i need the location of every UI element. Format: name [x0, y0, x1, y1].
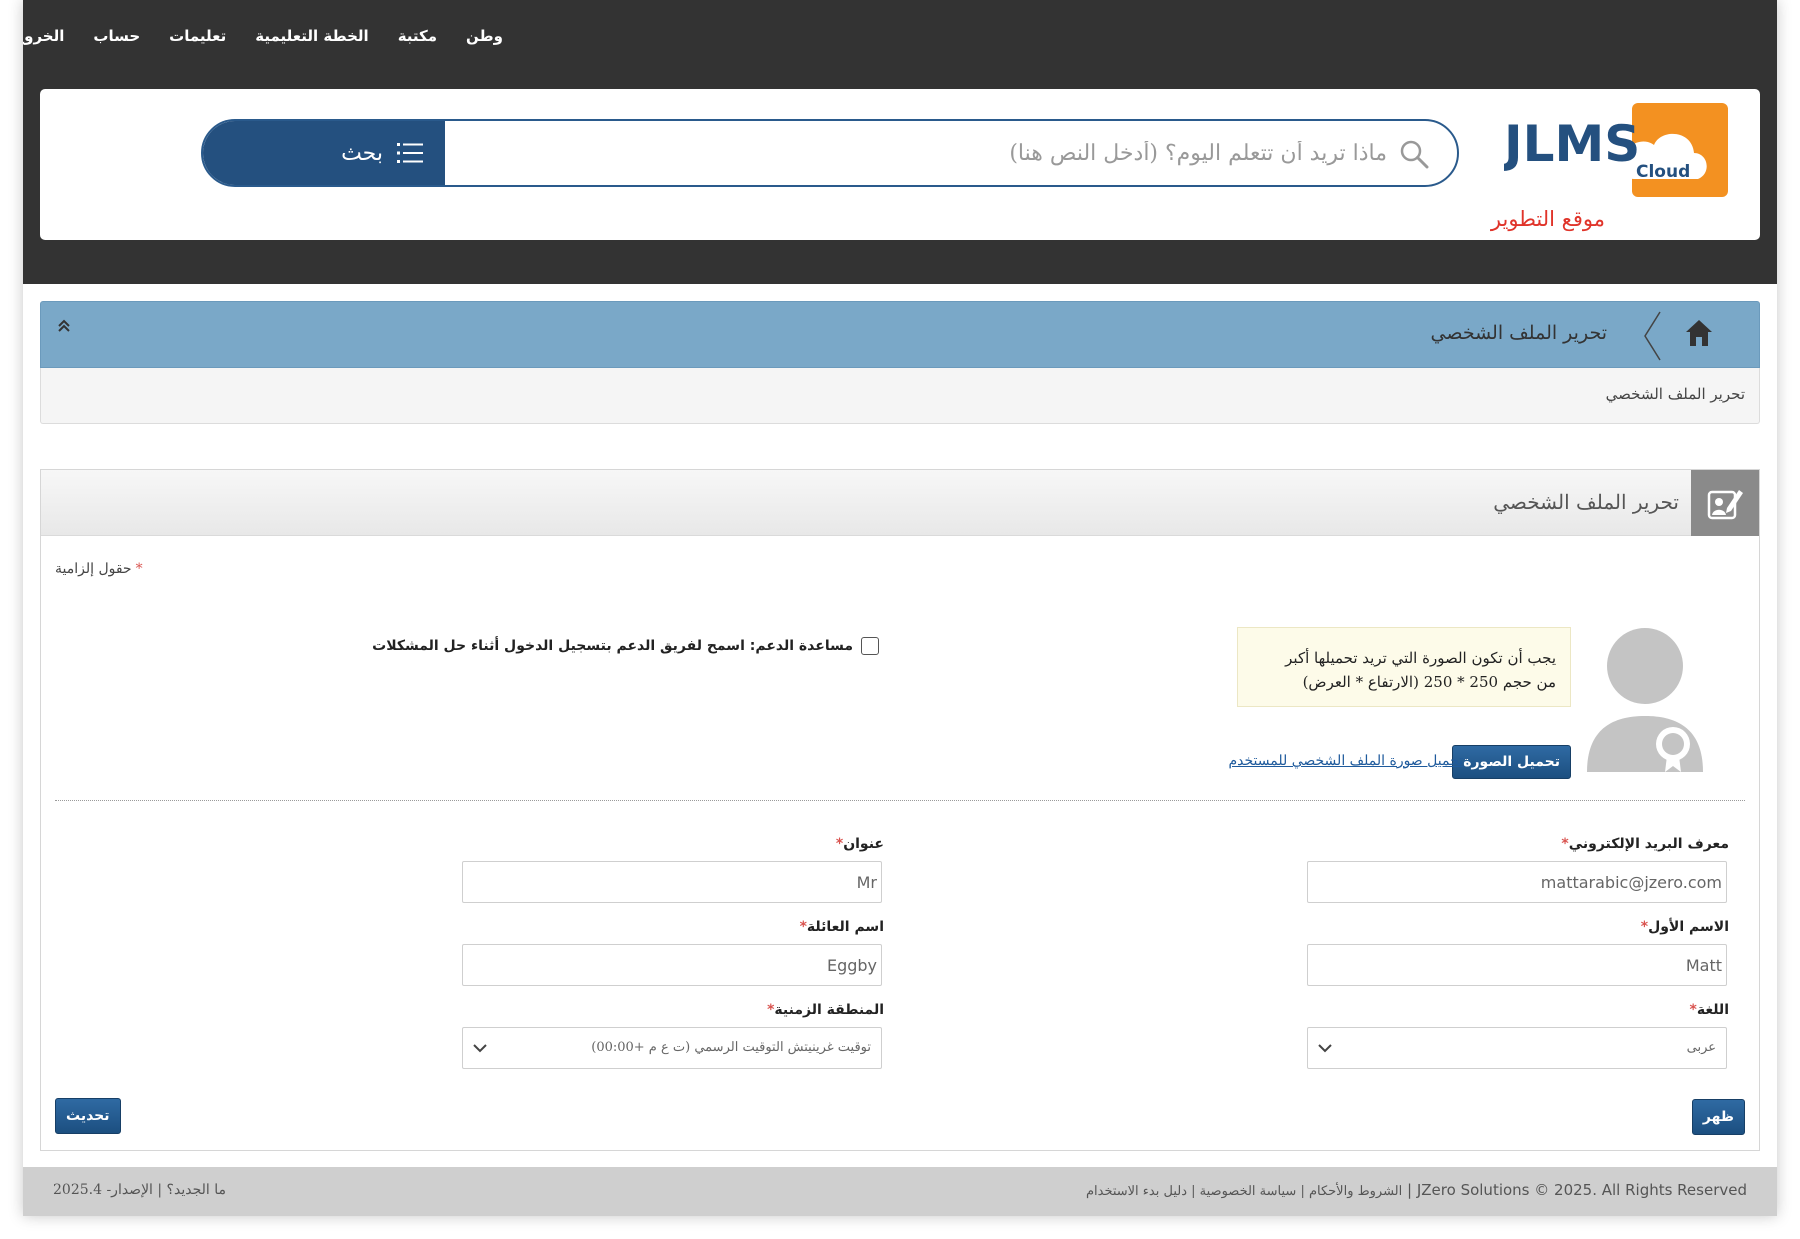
- mandatory-fields-label: حقول إلزامية: [55, 561, 132, 577]
- email-field[interactable]: mattarabic@jzero.com: [1307, 861, 1727, 903]
- chevron-down-icon: [1318, 1044, 1332, 1053]
- logo-subtext: Cloud: [1636, 162, 1690, 182]
- search-header-box: JLMS Cloud موقع التطوير بحث: [40, 89, 1760, 240]
- footer-copyright: JZero Solutions © 2025. All Rights Reser…: [1416, 1181, 1747, 1199]
- footer-version[interactable]: ما الجديد؟ | الإصدار- 2025.4: [53, 1182, 226, 1198]
- family-name-label: اسم العائلة*: [799, 919, 884, 935]
- image-size-note: يجب أن تكون الصورة التي تريد تحميلها أكب…: [1237, 627, 1571, 707]
- upload-profile-image-link[interactable]: تحميل صورة الملف الشخصي للمستخدم: [1229, 753, 1464, 769]
- language-select[interactable]: عربى: [1307, 1027, 1727, 1069]
- chevron-down-icon: [473, 1044, 487, 1053]
- title-field[interactable]: Mr: [462, 861, 882, 903]
- avatar-placeholder-icon[interactable]: [1585, 628, 1711, 772]
- mandatory-fields-note: حقول إلزامية *: [55, 561, 143, 577]
- list-menu-icon: [397, 143, 423, 163]
- nav-library[interactable]: مكتبة: [398, 27, 437, 45]
- top-header: وطن مكتبة الخطة التعليمية تعليمات حساب ا…: [23, 0, 1777, 284]
- show-button[interactable]: ظهر: [1691, 1099, 1745, 1135]
- home-icon[interactable]: [1685, 318, 1713, 348]
- edit-profile-panel: تحرير الملف الشخصي حقول إلزامية * يجب أن …: [40, 469, 1760, 1151]
- search-button[interactable]: بحث: [203, 121, 445, 185]
- footer-legal: JZero Solutions © 2025. All Rights Reser…: [1085, 1181, 1747, 1199]
- search-input[interactable]: [445, 121, 1457, 185]
- breadcrumb-sub-text: تحرير الملف الشخصي: [1605, 385, 1745, 403]
- first-name-label: الاسم الأول*: [1640, 919, 1729, 935]
- language-label: اللغة*: [1689, 1002, 1730, 1018]
- nav-logout[interactable]: الخروج: [23, 27, 64, 45]
- nav-learning-plan[interactable]: الخطة التعليمية: [255, 27, 368, 45]
- chevron-double-up-icon[interactable]: [57, 318, 71, 334]
- timezone-value: توقيت غرينيتش التوقيت الرسمي (ت ع م +00:…: [591, 1040, 871, 1055]
- search-button-label: بحث: [341, 140, 383, 166]
- support-assist-label: مساعدة الدعم: اسمح لفريق الدعم بتسجيل ال…: [372, 638, 853, 654]
- image-note-line1: يجب أن تكون الصورة التي تريد تحميلها أكب…: [1285, 649, 1556, 667]
- support-assist-checkbox[interactable]: [861, 637, 879, 655]
- breadcrumb-bar: تحرير الملف الشخصي: [40, 301, 1760, 368]
- breadcrumb-sub: تحرير الملف الشخصي: [40, 368, 1760, 424]
- update-button[interactable]: تحديث: [55, 1098, 121, 1134]
- search-icon: [1400, 140, 1429, 169]
- chevron-left-icon: [1644, 311, 1661, 361]
- language-value: عربى: [1686, 1040, 1716, 1055]
- title-label: عنوان*: [835, 836, 884, 852]
- timezone-select[interactable]: توقيت غرينيتش التوقيت الرسمي (ت ع م +00:…: [462, 1027, 882, 1069]
- upload-image-button[interactable]: تحميل الصورة: [1452, 745, 1571, 779]
- edit-profile-icon: [1691, 470, 1759, 536]
- search-bar: بحث: [201, 119, 1459, 187]
- app-window: وطن مكتبة الخطة التعليمية تعليمات حساب ا…: [23, 0, 1777, 1216]
- family-name-field[interactable]: Eggby: [462, 944, 882, 986]
- nav-help[interactable]: تعليمات: [169, 27, 226, 45]
- email-label: معرف البريد الإلكتروني*: [1561, 836, 1729, 852]
- breadcrumb-current: تحرير الملف الشخصي: [1430, 322, 1608, 344]
- support-assist-option: مساعدة الدعم: اسمح لفريق الدعم بتسجيل ال…: [372, 637, 879, 655]
- image-note-line2: من حجم 250 * 250 (الارتفاع * العرض): [1302, 673, 1556, 691]
- jlms-cloud-logo[interactable]: JLMS Cloud: [1504, 103, 1728, 197]
- nav-home[interactable]: وطن: [466, 27, 503, 45]
- panel-title: تحرير الملف الشخصي: [1493, 490, 1679, 514]
- panel-header: تحرير الملف الشخصي: [41, 470, 1759, 536]
- logo-text: JLMS: [1504, 115, 1640, 173]
- footer: ما الجديد؟ | الإصدار- 2025.4 JZero Solut…: [23, 1167, 1777, 1216]
- timezone-label: المنطقة الزمنية*: [767, 1002, 884, 1018]
- footer-links[interactable]: الشروط والأحكام | سياسة الخصوصية | دليل …: [1086, 1184, 1402, 1199]
- first-name-field[interactable]: Matt: [1307, 944, 1727, 986]
- required-star-icon: *: [135, 561, 143, 577]
- top-navigation: وطن مكتبة الخطة التعليمية تعليمات حساب ا…: [23, 22, 503, 50]
- nav-account[interactable]: حساب: [93, 27, 140, 45]
- dev-site-label: موقع التطوير: [1490, 207, 1605, 231]
- section-divider: [55, 800, 1745, 801]
